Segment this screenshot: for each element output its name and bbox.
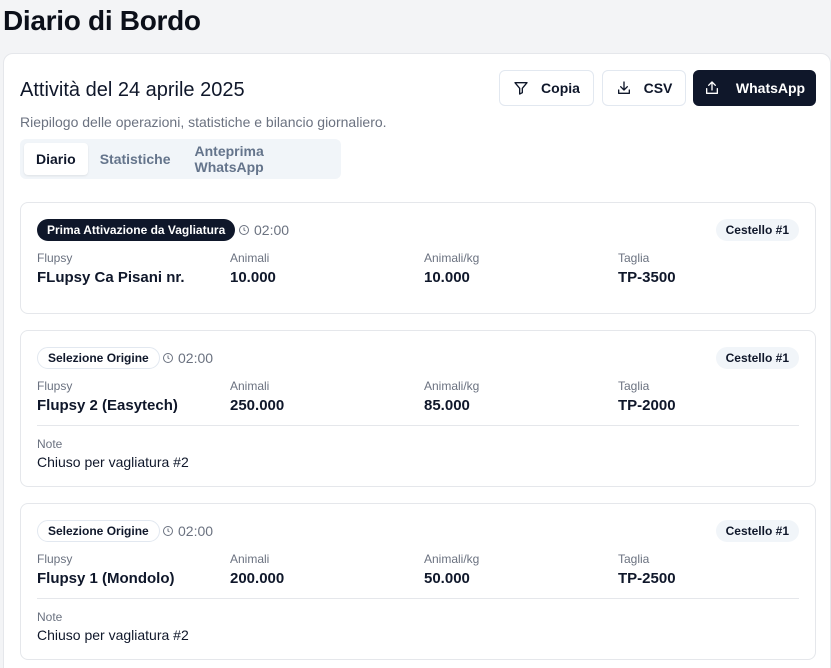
note-field: Note Chiuso per vagliatura #2 xyxy=(37,437,189,471)
note-label: Note xyxy=(37,610,63,624)
taglia-label: Taglia xyxy=(618,552,650,566)
taglia-value: TP-3500 xyxy=(618,269,676,286)
flupsy-field: Flupsy FLupsy Ca Pisani nr. xyxy=(37,251,185,287)
operation-time: 02:00 xyxy=(162,520,213,542)
taglia-field: Taglia TP-2000 xyxy=(618,379,676,415)
flupsy-value: Flupsy 1 (Mondolo) xyxy=(37,570,175,587)
divider xyxy=(37,598,799,599)
animali-value: 250.000 xyxy=(230,397,285,414)
panel-title: Attività del 24 aprile 2025 xyxy=(20,79,245,101)
animali-kg-label: Animali/kg xyxy=(424,379,480,393)
clock-icon xyxy=(239,225,249,235)
animali-label: Animali xyxy=(230,379,270,393)
tab-diario[interactable]: Diario xyxy=(24,143,88,175)
copy-button[interactable]: Copia xyxy=(499,70,594,106)
animali-field: Animali 10.000 xyxy=(230,251,276,287)
animali-label: Animali xyxy=(230,251,270,265)
clock-icon xyxy=(163,353,173,363)
taglia-value: TP-2500 xyxy=(618,570,676,587)
taglia-value: TP-2000 xyxy=(618,397,676,414)
operation-time-value: 02:00 xyxy=(254,222,290,238)
taglia-field: Taglia TP-3500 xyxy=(618,251,676,287)
note-value: Chiuso per vagliatura #2 xyxy=(37,627,189,643)
csv-button-label: CSV xyxy=(643,80,673,96)
animali-kg-label: Animali/kg xyxy=(424,251,480,265)
share-icon xyxy=(705,81,718,94)
animali-kg-field: Animali/kg 85.000 xyxy=(424,379,479,415)
operation-type-badge: Selezione Origine xyxy=(37,520,160,542)
flupsy-field: Flupsy Flupsy 2 (Easytech) xyxy=(37,379,178,415)
cestello-badge: Cestello #1 xyxy=(715,219,799,241)
note-field: Note Chiuso per vagliatura #2 xyxy=(37,610,189,644)
cestello-badge: Cestello #1 xyxy=(715,520,799,542)
note-value: Chiuso per vagliatura #2 xyxy=(37,454,189,470)
operation-time: 02:00 xyxy=(238,219,289,241)
flupsy-label: Flupsy xyxy=(37,379,73,393)
tab-statistiche[interactable]: Statistiche xyxy=(88,143,183,175)
csv-button[interactable]: CSV xyxy=(602,70,686,106)
animali-field: Animali 250.000 xyxy=(230,379,284,415)
flupsy-value: Flupsy 2 (Easytech) xyxy=(37,397,178,414)
operation-card: Selezione Origine 02:00 Cestello #1 Flup… xyxy=(20,330,816,487)
whatsapp-button-label: WhatsApp xyxy=(735,80,806,96)
animali-kg-value: 10.000 xyxy=(424,269,470,286)
activity-panel: Attività del 24 aprile 2025 Riepilogo de… xyxy=(3,53,831,668)
cestello-badge: Cestello #1 xyxy=(715,347,799,369)
taglia-field: Taglia TP-2500 xyxy=(618,552,676,588)
filter-icon xyxy=(514,82,528,95)
animali-kg-value: 50.000 xyxy=(424,570,470,587)
operation-time: 02:00 xyxy=(162,347,213,369)
operation-card: Prima Attivazione da Vagliatura 02:00 Ce… xyxy=(20,202,816,314)
divider xyxy=(37,425,799,426)
panel-subtitle: Riepilogo delle operazioni, statistiche … xyxy=(20,114,387,130)
taglia-label: Taglia xyxy=(618,379,650,393)
animali-value: 10.000 xyxy=(230,269,276,286)
note-label: Note xyxy=(37,437,63,451)
download-icon xyxy=(617,81,630,94)
flupsy-field: Flupsy Flupsy 1 (Mondolo) xyxy=(37,552,174,588)
animali-value: 200.000 xyxy=(230,570,285,587)
flupsy-value: FLupsy Ca Pisani nr. xyxy=(37,269,185,286)
operation-time-value: 02:00 xyxy=(178,523,214,539)
animali-kg-field: Animali/kg 50.000 xyxy=(424,552,479,588)
operation-type-badge: Prima Attivazione da Vagliatura xyxy=(37,219,236,241)
animali-kg-label: Animali/kg xyxy=(424,552,480,566)
copy-button-label: Copia xyxy=(541,80,580,96)
taglia-label: Taglia xyxy=(618,251,650,265)
page-title: Diario di Bordo xyxy=(3,5,201,36)
flupsy-label: Flupsy xyxy=(37,251,73,265)
animali-kg-value: 85.000 xyxy=(424,397,470,414)
tab-list: Diario Statistiche Anteprima WhatsApp xyxy=(20,139,341,179)
animali-field: Animali 200.000 xyxy=(230,552,284,588)
operation-time-value: 02:00 xyxy=(178,350,214,366)
flupsy-label: Flupsy xyxy=(37,552,73,566)
operation-type-badge: Selezione Origine xyxy=(37,347,160,369)
animali-label: Animali xyxy=(230,552,270,566)
operation-card: Selezione Origine 02:00 Cestello #1 Flup… xyxy=(20,503,816,660)
whatsapp-button[interactable]: WhatsApp xyxy=(693,70,816,106)
animali-kg-field: Animali/kg 10.000 xyxy=(424,251,479,287)
tab-anteprima-whatsapp[interactable]: Anteprima WhatsApp xyxy=(183,143,338,175)
clock-icon xyxy=(163,526,173,536)
